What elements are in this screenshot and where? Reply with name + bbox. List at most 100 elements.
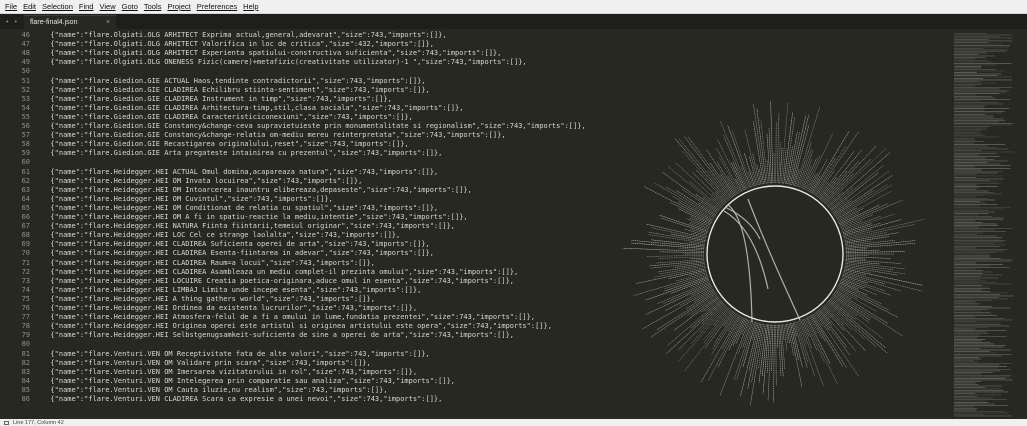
minimap-line bbox=[954, 39, 990, 40]
node-label bbox=[826, 302, 865, 340]
menu-item-selection[interactable]: Selection bbox=[39, 2, 76, 11]
menu-item-file[interactable]: File bbox=[2, 2, 20, 11]
minimap-line bbox=[954, 201, 981, 202]
minimap-line bbox=[954, 90, 1010, 91]
minimap-line bbox=[954, 85, 976, 87]
minimap-line bbox=[954, 348, 981, 349]
minimap-line bbox=[954, 202, 986, 204]
menu-item-find[interactable]: Find bbox=[76, 2, 97, 11]
minimap-line bbox=[954, 223, 997, 225]
menu-item-goto[interactable]: Goto bbox=[119, 2, 141, 11]
menu-item-preferences[interactable]: Preferences bbox=[194, 2, 240, 11]
tab-active-file[interactable]: flare-final4.json × bbox=[24, 15, 116, 29]
node-label bbox=[784, 117, 795, 184]
menu-item-edit[interactable]: Edit bbox=[20, 2, 39, 11]
minimap-line bbox=[954, 174, 976, 175]
node-label bbox=[828, 152, 891, 208]
node-label bbox=[803, 158, 817, 189]
minimap-line bbox=[954, 55, 995, 57]
minimap-line bbox=[954, 406, 975, 408]
close-icon[interactable]: × bbox=[106, 19, 110, 26]
tab-nav-arrows[interactable]: ◂ ▸ bbox=[0, 14, 24, 29]
code-line: {"name":"flare.Venturi.VEN OM Receptivit… bbox=[42, 349, 430, 358]
minimap-line bbox=[954, 204, 998, 205]
menu-item-tools[interactable]: Tools bbox=[141, 2, 165, 11]
minimap-line bbox=[954, 303, 981, 304]
minimap-line bbox=[954, 399, 1007, 400]
minimap-line bbox=[954, 343, 995, 345]
line-number: 59 bbox=[21, 149, 30, 158]
minimap-line bbox=[954, 120, 1005, 121]
minimap-line bbox=[954, 411, 1005, 412]
minimap-line bbox=[954, 339, 986, 340]
minimap-line bbox=[954, 49, 1008, 51]
minimap-line bbox=[954, 307, 1010, 309]
minimap-line bbox=[954, 291, 991, 292]
node-label bbox=[834, 189, 875, 216]
minimap-line bbox=[954, 237, 1003, 238]
node-label bbox=[698, 304, 726, 333]
node-label bbox=[835, 291, 889, 324]
minimap-line bbox=[954, 193, 1002, 195]
minimap-line bbox=[954, 385, 1002, 387]
minimap-line bbox=[954, 358, 981, 360]
code-line: {"name":"flare.Heidegger.HEI ACTUAL Omul… bbox=[42, 167, 439, 176]
minimap-line bbox=[954, 187, 980, 189]
code-line: {"name":"flare.Heidegger.HEI CLADIREA Su… bbox=[42, 240, 430, 249]
menu-item-help[interactable]: Help bbox=[240, 2, 261, 11]
minimap[interactable] bbox=[940, 33, 1024, 417]
minimap-line bbox=[954, 66, 981, 67]
minimap-line bbox=[954, 64, 997, 66]
panel-toggle-icon[interactable] bbox=[4, 420, 9, 425]
minimap-line bbox=[954, 171, 1003, 172]
minimap-line bbox=[954, 156, 1000, 157]
minimap-line bbox=[954, 60, 987, 61]
minimap-line bbox=[954, 405, 1008, 406]
node-label bbox=[657, 264, 705, 273]
node-label bbox=[809, 316, 823, 339]
code-text-area[interactable]: {"name":"flare.Olgiati.OLG ARHITECT Expr… bbox=[36, 29, 596, 419]
code-line: {"name":"flare.Olgiati.OLG ARHITECT Valo… bbox=[42, 40, 434, 49]
node-label bbox=[666, 301, 723, 354]
code-line: {"name":"flare.Giedion.GIE Arta pregates… bbox=[42, 149, 443, 158]
minimap-line bbox=[954, 109, 984, 111]
minimap-line bbox=[954, 162, 988, 163]
line-number: 55 bbox=[21, 112, 30, 121]
minimap-line bbox=[954, 280, 987, 282]
minimap-line bbox=[954, 48, 984, 49]
node-label bbox=[845, 249, 880, 252]
minimap-line bbox=[954, 78, 984, 79]
minimap-line bbox=[954, 327, 989, 328]
minimap-line bbox=[954, 331, 987, 333]
minimap-line bbox=[954, 69, 997, 70]
line-number: 78 bbox=[21, 322, 30, 331]
code-line: {"name":"flare.Giedion.GIE ACTUAL Haos,t… bbox=[42, 76, 426, 85]
node-label bbox=[684, 310, 732, 372]
editor-pane[interactable]: 46 47 48 49 50 51 52 53 54 55 56 57 58 59 60 61 62 63 64 65… bbox=[0, 29, 1027, 419]
minimap-line bbox=[954, 228, 1013, 229]
node-label bbox=[633, 273, 707, 296]
line-number: 86 bbox=[21, 395, 30, 403]
minimap-line bbox=[954, 360, 975, 361]
menu-item-project[interactable]: Project bbox=[164, 2, 193, 11]
minimap-line bbox=[954, 286, 990, 288]
minimap-line bbox=[954, 265, 991, 267]
minimap-line bbox=[954, 375, 1011, 376]
menu-item-view[interactable]: View bbox=[96, 2, 118, 11]
line-number: 80 bbox=[21, 340, 30, 349]
minimap-line bbox=[954, 270, 983, 271]
node-label bbox=[767, 324, 772, 401]
code-line: {"name":"flare.Heidegger.HEI LIMBAJ Limi… bbox=[42, 285, 422, 294]
node-label bbox=[845, 248, 867, 251]
minimap-line bbox=[954, 294, 1000, 295]
minimap-line bbox=[954, 337, 977, 339]
minimap-line bbox=[954, 378, 1006, 379]
line-number: 49 bbox=[21, 58, 30, 67]
code-line: {"name":"flare.Olgiati.OLG ONENESS Fizic… bbox=[42, 58, 527, 67]
node-label bbox=[709, 162, 735, 197]
code-line: {"name":"flare.Heidegger.HEI CLADIREA Ra… bbox=[42, 258, 375, 267]
minimap-line bbox=[954, 403, 995, 405]
minimap-line bbox=[954, 216, 992, 217]
minimap-line bbox=[954, 366, 1007, 367]
line-number: 50 bbox=[21, 67, 30, 76]
